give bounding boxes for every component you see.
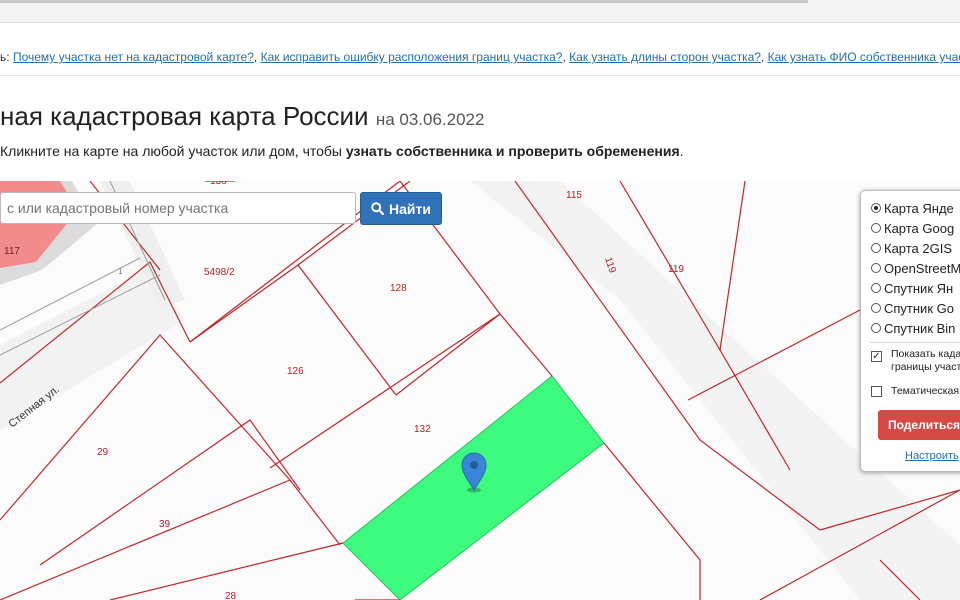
search-input[interactable] (0, 192, 356, 224)
parcel-label: 117 (4, 246, 20, 257)
radio[interactable] (871, 243, 881, 253)
thematic-label: Тематическая (891, 385, 960, 397)
panel-divider (869, 342, 960, 343)
marker-dot (470, 461, 478, 469)
layer-option-google-satellite[interactable]: Спутник Go (871, 299, 954, 317)
parcel-label: 39 (159, 519, 171, 530)
boundary (395, 313, 553, 396)
layer-label: Спутник Bin (884, 320, 956, 336)
radio[interactable] (871, 323, 881, 333)
horizontal-scrollbar[interactable] (0, 0, 808, 3)
layer-option-bing-satellite[interactable]: Спутник Bin (871, 319, 955, 337)
radio-checked[interactable] (871, 203, 881, 213)
faq-link-side-lengths[interactable]: Как узнать длины сторон участка? (569, 50, 761, 64)
parcel-label: 28 (225, 591, 237, 600)
radio[interactable] (871, 283, 881, 293)
layer-label: OpenStreetM (884, 260, 960, 276)
instruction-before: Кликните на карте на любой участок или д… (0, 143, 346, 159)
faq-link-fix-boundary[interactable]: Как исправить ошибку расположения границ… (261, 50, 563, 64)
parcel-label: 119 (668, 264, 684, 275)
parcel-label: 5498/2 (204, 267, 235, 278)
faq-links-bar: ь: Почему участка нет на кадастровой кар… (0, 50, 960, 64)
search-icon (371, 202, 385, 215)
browser-top-bar (0, 0, 960, 23)
layer-option-google-map[interactable]: Карта Goog (871, 219, 954, 237)
parcel-label: 1 (118, 267, 123, 276)
show-borders-line1: Показать када (891, 348, 960, 360)
page-title-text: ная кадастровая карта России (0, 101, 369, 131)
boundary (0, 479, 291, 600)
cadastral-map[interactable]: 115 119 119 5498/2 128 126 132 29 39 28 … (0, 181, 960, 600)
show-borders-line2: границы участ (891, 361, 960, 373)
layer-option-yandex-map[interactable]: Карта Янде (871, 199, 954, 217)
thematic-checkbox[interactable] (871, 386, 882, 397)
share-button[interactable]: Поделиться с (878, 410, 960, 440)
radio[interactable] (871, 303, 881, 313)
configure-link[interactable]: Настроить (905, 450, 959, 462)
radio[interactable] (871, 223, 881, 233)
faq-prefix: ь: (0, 50, 10, 64)
parcel-label: 29 (97, 447, 109, 458)
radio[interactable] (871, 263, 881, 273)
instruction-bold: узнать собственника и проверить обремене… (345, 143, 680, 159)
layer-label: Карта Goog (884, 220, 955, 236)
parcel-label: 136 (210, 181, 227, 187)
faq-link-owner-name[interactable]: Как узнать ФИО собственника учас (768, 50, 960, 64)
boundary (289, 479, 341, 546)
instruction-text: Кликните на карте на любой участок или д… (0, 143, 684, 159)
layer-label: Спутник Ян (884, 280, 954, 296)
layer-label: Карта Янде (884, 200, 954, 216)
instruction-after: . (679, 143, 684, 159)
layers-panel: Карта Янде Карта Goog Карта 2GIS OpenStr… (860, 190, 960, 472)
boundary (603, 442, 701, 600)
layer-label: Спутник Go (884, 300, 954, 316)
parcel-label: 132 (414, 424, 431, 435)
layer-option-openstreetmap[interactable]: OpenStreetM (871, 259, 960, 277)
show-borders-label: Показать када границы участ (891, 348, 960, 374)
parcel-label: 115 (566, 190, 582, 201)
page-date: на 03.06.2022 (375, 110, 485, 129)
parcel-label: 126 (287, 366, 304, 377)
layer-label: Карта 2GIS (884, 240, 953, 256)
map-canvas[interactable]: 115 119 119 5498/2 128 126 132 29 39 28 … (0, 181, 960, 600)
divider (0, 75, 960, 76)
find-button-label: Найти (389, 200, 431, 217)
layer-option-2gis-map[interactable]: Карта 2GIS (871, 239, 952, 257)
faq-link-missing-parcel[interactable]: Почему участка нет на кадастровой карте? (13, 50, 254, 64)
page-title: ная кадастровая карта России на 03.06.20… (0, 101, 484, 132)
show-borders-checkbox[interactable]: ✓ (871, 351, 882, 362)
layer-option-yandex-satellite[interactable]: Спутник Ян (871, 279, 953, 297)
parcel-label: 128 (390, 283, 407, 294)
find-button[interactable]: Найти (360, 192, 442, 225)
boundary (719, 181, 746, 351)
